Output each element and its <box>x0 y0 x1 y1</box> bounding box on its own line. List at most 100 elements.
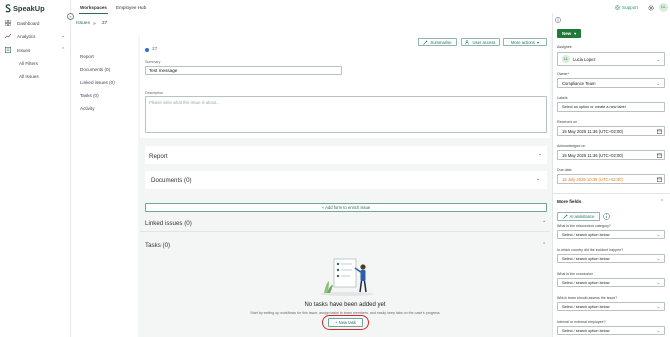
breadcrumb-current: 27 <box>102 21 108 26</box>
summarise-button[interactable]: Summarise <box>418 38 457 46</box>
select-placeholder: Select / search option below <box>562 232 610 237</box>
more-fields-title[interactable]: More fields <box>557 199 581 204</box>
summarise-label: Summarise <box>430 39 452 45</box>
linked-issues-title[interactable]: Linked issues (0) <box>145 220 192 227</box>
calendar-icon[interactable] <box>657 129 662 134</box>
new-task-button[interactable]: + New task <box>328 318 363 327</box>
assignee-avatar: LL <box>562 55 570 63</box>
due-date-input[interactable]: 15 July 2025 10:35 (UTC+02:00) <box>557 174 665 184</box>
summary-input[interactable]: Test message <box>145 66 342 75</box>
chevron-down-icon: ⌄ <box>656 305 660 309</box>
section-link-report[interactable]: Report <box>80 54 94 59</box>
sidebar-item-analytics[interactable]: Analytics ⌄ <box>5 31 71 41</box>
question-select[interactable]: Select / search option below ⌄ <box>557 278 665 287</box>
chevron-down-icon: ⌄ <box>656 329 660 333</box>
description-textarea[interactable]: Please write what this issue is about... <box>145 96 547 133</box>
analytics-icon <box>5 33 11 39</box>
chevron-down-icon: ⌄ <box>656 56 660 62</box>
info-icon[interactable] <box>555 17 561 23</box>
chevron-down-icon: ⌄ <box>656 281 660 285</box>
received-date-input[interactable]: 15 May 2025 11:36 (UTC+02:00) <box>557 126 665 136</box>
question-select[interactable]: Select / search option below ⌄ <box>557 302 665 311</box>
due-date-value: 15 July 2025 10:35 (UTC+02:00) <box>562 176 623 182</box>
question-label: Internal or external employee? <box>557 320 606 324</box>
info-icon[interactable] <box>603 213 610 220</box>
tab-employee-hub[interactable]: Employee Hub <box>116 5 146 10</box>
sidebar-item-issues[interactable]: Issues ⌃ <box>5 45 71 55</box>
question-select[interactable]: Select / search option below ⌄ <box>557 230 665 239</box>
sidebar-subitem-all-filters[interactable]: All Filters <box>19 61 38 66</box>
divider <box>140 231 550 232</box>
status-dot-icon <box>145 47 149 52</box>
chevron-down-icon: ⌄ <box>656 80 660 86</box>
add-form-button[interactable]: + Add form to enrich issue <box>145 203 547 212</box>
acknowledged-label: Acknowledged on <box>557 144 586 148</box>
sidebar-item-label: Issues <box>17 47 31 53</box>
user-access-label: User access <box>472 39 496 45</box>
summary-label: Summary <box>145 60 161 64</box>
chevron-down-icon: ▾ <box>574 32 576 36</box>
select-placeholder: Select / search option below <box>562 280 610 285</box>
section-link-activity[interactable]: Activity <box>80 106 95 111</box>
report-panel[interactable] <box>145 146 547 164</box>
ai-assistance-label: AI assistance <box>569 214 595 219</box>
dashboard-icon <box>5 20 11 26</box>
section-link-documents[interactable]: Documents (0) <box>80 67 110 72</box>
collapse-sidebar-button[interactable]: « <box>67 13 74 20</box>
received-value: 15 May 2025 11:36 (UTC+02:00) <box>562 128 624 134</box>
chevron-down-icon[interactable]: ⌄ <box>542 218 546 224</box>
assignee-select[interactable]: LL Lucia Lopez ⌄ <box>557 52 665 66</box>
assignee-label: Assignee <box>557 45 572 49</box>
divider <box>553 193 670 194</box>
select-placeholder: Select / search option below <box>562 256 610 261</box>
due-date-label: Due date <box>557 168 572 172</box>
question-label: Which team should assess the issue? <box>557 296 618 300</box>
chevron-up-icon: ⌃ <box>61 47 66 53</box>
new-button-label: New <box>562 31 572 36</box>
empty-tasks-illustration <box>320 258 374 296</box>
user-access-button[interactable]: User access <box>461 38 500 46</box>
chevron-down-icon: ⌄ <box>61 33 66 39</box>
tasks-title[interactable]: Tasks (0) <box>145 242 170 249</box>
owner-select[interactable]: Compliance Team ⌄ <box>557 78 665 88</box>
chevron-up-icon[interactable]: ⌃ <box>542 242 546 248</box>
select-placeholder: Select / search option below <box>562 328 610 333</box>
support-label: Support <box>622 5 639 10</box>
description-label: Description <box>145 91 163 95</box>
section-link-tasks[interactable]: Tasks (0) <box>80 93 99 98</box>
user-avatar[interactable]: LL <box>659 3 668 12</box>
sidebar-item-label: Analytics <box>17 33 36 39</box>
sidebar-item-dashboard[interactable]: Dashboard <box>5 18 39 28</box>
more-actions-label: More actions <box>511 39 535 45</box>
chevron-down-icon[interactable]: ⌄ <box>538 151 542 157</box>
calendar-icon[interactable] <box>657 177 662 182</box>
speakup-logo-icon <box>5 4 11 13</box>
gear-icon[interactable] <box>648 5 654 11</box>
chevron-down-icon: ⌄ <box>656 233 660 237</box>
chevron-down-icon[interactable]: ⌄ <box>536 176 540 182</box>
ai-assistance-button[interactable]: AI assistance <box>557 212 600 221</box>
tab-workspaces[interactable]: Workspaces <box>80 5 107 10</box>
breadcrumb-issues[interactable]: Issues <box>76 21 90 26</box>
support-link[interactable]: Support <box>615 5 638 10</box>
owner-label: Owner* <box>557 72 569 76</box>
documents-title: Documents (0) <box>151 177 192 184</box>
acknowledged-date-input[interactable]: 15 May 2025 11:36 (UTC+02:00) <box>557 150 665 160</box>
labels-label: Labels <box>557 96 568 100</box>
new-button[interactable]: New ▾ <box>557 29 581 38</box>
question-select[interactable]: Select / search option below ⌄ <box>557 254 665 263</box>
question-select[interactable]: Select / search option below ⌄ <box>557 326 665 335</box>
empty-tasks-title: No tasks have been added yet <box>304 302 386 308</box>
owner-value: Compliance Team <box>562 80 596 86</box>
sidebar-subitem-all-issues[interactable]: All Issues <box>19 74 39 79</box>
documents-panel[interactable] <box>145 171 547 189</box>
chevron-up-icon[interactable]: ⌃ <box>660 199 664 205</box>
more-actions-button[interactable]: More actions ▾ <box>503 38 547 46</box>
chevron-down-icon: ⌄ <box>656 257 660 261</box>
labels-input[interactable]: Select an option or create a new label <box>557 102 665 112</box>
calendar-icon[interactable] <box>657 153 662 158</box>
user-plus-icon <box>465 39 470 45</box>
brand-logo[interactable]: SpeakUp <box>5 4 45 13</box>
section-link-linked-issues[interactable]: Linked issues (0) <box>80 80 115 85</box>
issue-id: 27 <box>145 47 157 52</box>
